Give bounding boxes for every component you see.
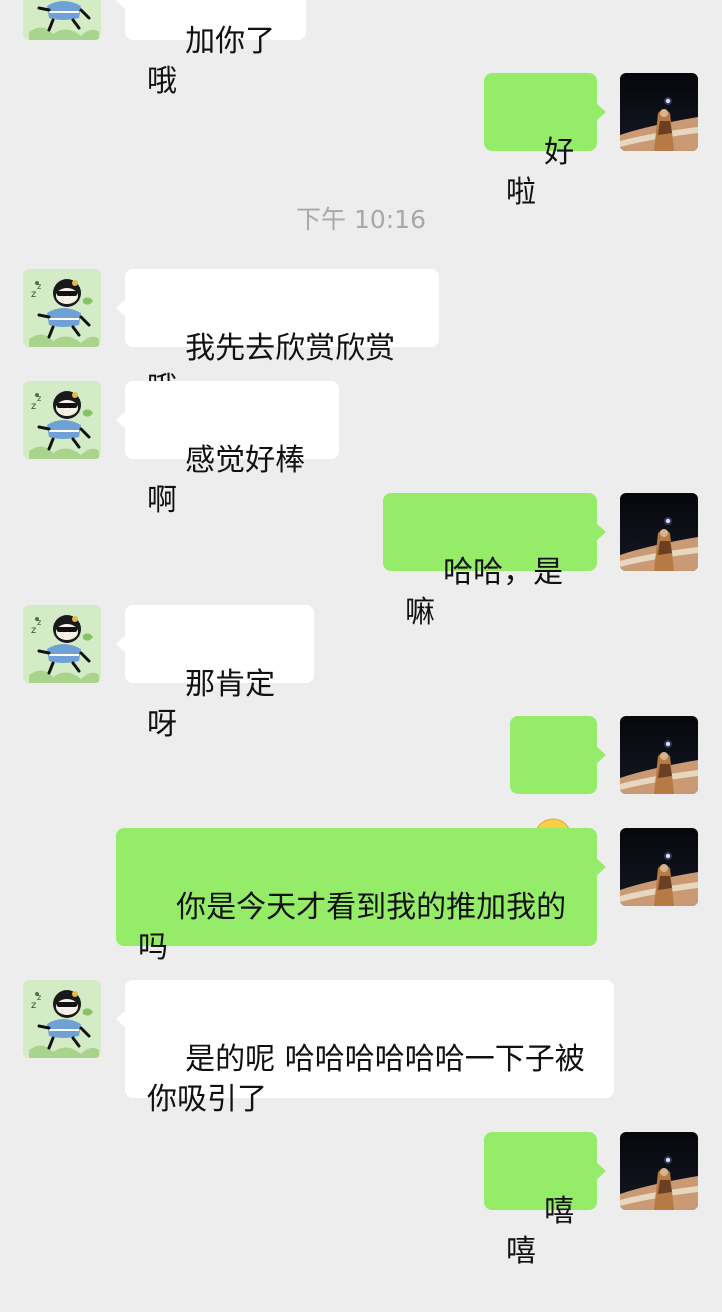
message-text: 那肯定呀 — [147, 667, 276, 742]
incoming-message-bubble[interactable]: 加你了哦 — [116, 0, 306, 99]
message-text: 好啦 — [506, 135, 575, 210]
message-text: 感觉好棒啊 — [147, 443, 306, 518]
outgoing-message-bubble[interactable]: 嘻嘻 — [484, 1132, 606, 1269]
incoming-message-bubble[interactable]: 感觉好棒啊 — [116, 381, 339, 518]
incoming-message-bubble[interactable]: 我先去欣赏欣赏哦 — [116, 269, 439, 406]
self-avatar-icon[interactable] — [620, 828, 698, 906]
contact-avatar-icon[interactable] — [23, 605, 101, 683]
contact-avatar-icon[interactable] — [23, 980, 101, 1058]
outgoing-message-bubble[interactable]: 好啦 — [484, 73, 606, 210]
message-text: 哈哈，是嘛 — [405, 555, 564, 630]
self-avatar-icon[interactable] — [620, 1132, 698, 1210]
message-text: 是的呢 哈哈哈哈哈哈一下子被 你吸引了 — [147, 1042, 585, 1117]
message-text: 加你了哦 — [147, 24, 276, 99]
incoming-message-bubble[interactable]: 是的呢 哈哈哈哈哈哈一下子被 你吸引了 — [116, 980, 614, 1117]
contact-avatar-icon[interactable] — [23, 0, 101, 40]
outgoing-emoji-bubble[interactable] — [510, 716, 606, 855]
contact-avatar-icon[interactable] — [23, 381, 101, 459]
message-timestamp: 下午 10:16 — [296, 205, 426, 234]
outgoing-message-bubble[interactable]: 你是今天才看到我的推加我的 吗 — [116, 828, 606, 965]
chat-thread: 加你了哦 好啦 下午 10:16 我先去欣赏欣赏哦 感觉好棒啊 哈哈，是嘛 那肯… — [0, 0, 722, 1269]
contact-avatar-icon[interactable] — [23, 269, 101, 347]
self-avatar-icon[interactable] — [620, 493, 698, 571]
message-text: 嘻嘻 — [506, 1194, 575, 1269]
incoming-message-bubble[interactable]: 那肯定呀 — [116, 605, 314, 742]
message-text: 你是今天才看到我的推加我的 吗 — [138, 890, 567, 965]
self-avatar-icon[interactable] — [620, 73, 698, 151]
outgoing-message-bubble[interactable]: 哈哈，是嘛 — [383, 493, 606, 630]
self-avatar-icon[interactable] — [620, 716, 698, 794]
